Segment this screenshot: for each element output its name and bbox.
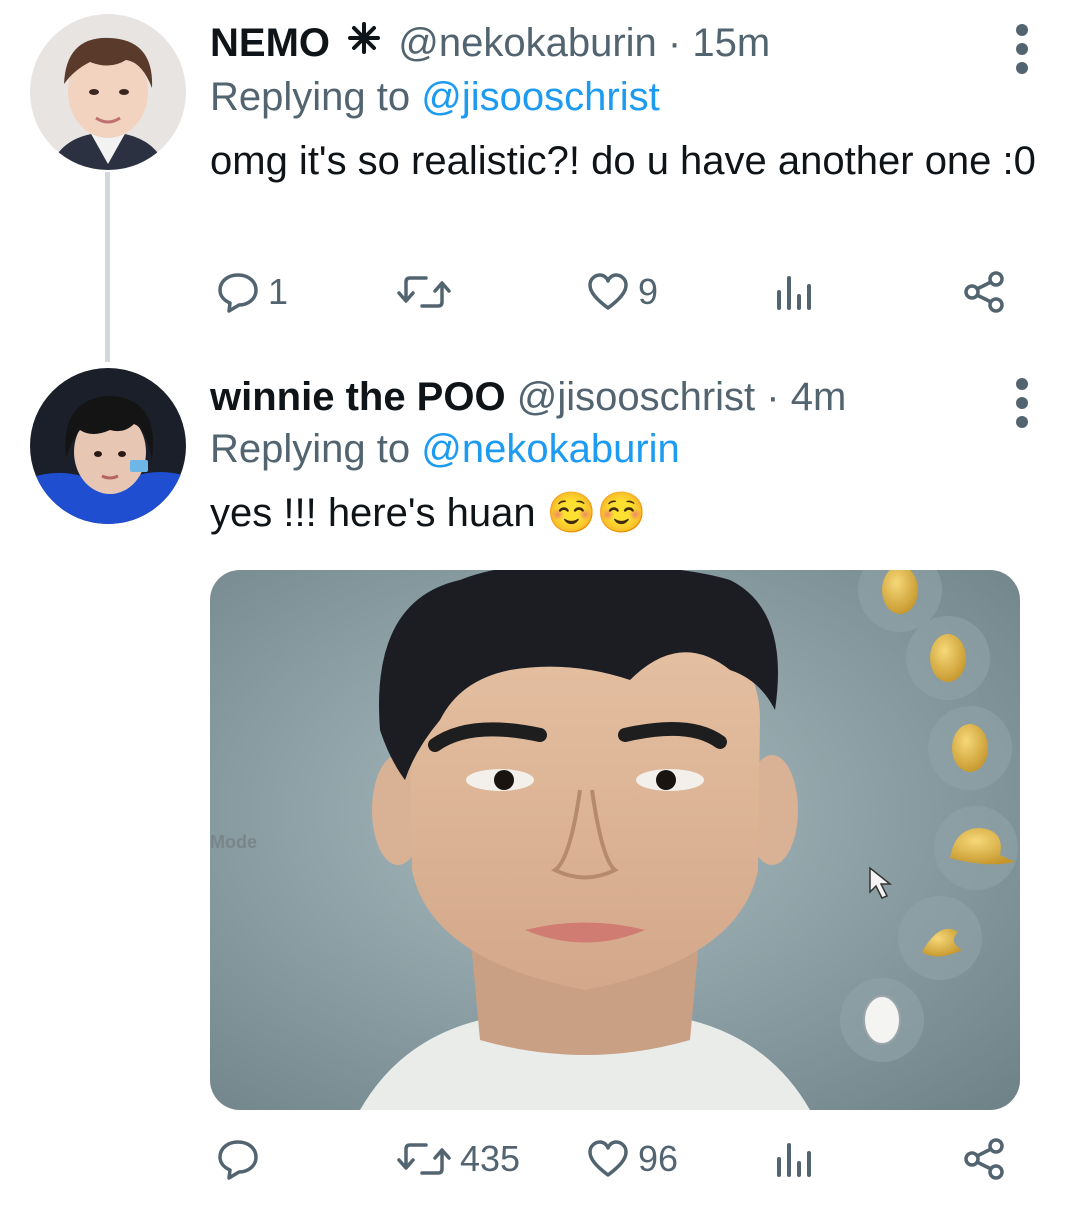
action-bar: 435 96 <box>210 1131 1010 1187</box>
more-icon[interactable] <box>1016 378 1030 435</box>
avatar[interactable] <box>30 368 186 524</box>
reply-button[interactable]: 1 <box>216 264 288 320</box>
tweet-header: NEMO @nekokaburin · 15m <box>210 18 1040 70</box>
analytics-icon <box>774 270 814 314</box>
tweet[interactable]: NEMO @nekokaburin · 15m Replying to @jis… <box>0 0 1080 362</box>
analytics-button[interactable] <box>774 264 814 320</box>
like-button[interactable]: 9 <box>586 264 658 320</box>
handle[interactable]: @jisooschrist <box>517 375 755 419</box>
timestamp[interactable]: · 15m <box>668 21 770 65</box>
thread-line <box>105 172 110 362</box>
like-button[interactable]: 96 <box>586 1131 678 1187</box>
reply-context: Replying to @jisooschrist <box>210 72 1040 122</box>
reply-count: 1 <box>268 271 289 312</box>
handle[interactable]: @nekokaburin <box>398 21 657 65</box>
share-icon <box>962 1137 1006 1181</box>
display-name[interactable]: NEMO <box>210 21 330 65</box>
reply-mention-link[interactable]: @jisooschrist <box>421 75 659 119</box>
reply-button[interactable] <box>216 1131 268 1187</box>
action-bar: 1 9 <box>210 264 1010 320</box>
share-button[interactable] <box>962 1131 1006 1187</box>
like-icon <box>586 270 630 314</box>
reply-icon <box>216 1137 260 1181</box>
retweet-icon <box>396 270 452 314</box>
analytics-button[interactable] <box>774 1131 814 1187</box>
like-icon <box>586 1137 630 1181</box>
like-count: 96 <box>638 1138 679 1179</box>
reply-prefix: Replying to <box>210 427 411 471</box>
tweet-photo[interactable]: Mode <box>210 570 1020 1110</box>
share-icon <box>962 270 1006 314</box>
tweet-header: winnie the POO @jisooschrist · 4m <box>210 372 1040 422</box>
reply-prefix: Replying to <box>210 75 411 120</box>
reply-icon <box>216 270 260 314</box>
avatar[interactable] <box>30 14 186 170</box>
retweet-count: 435 <box>460 1138 521 1179</box>
retweet-icon <box>396 1137 452 1181</box>
reply-context: Replying to @nekokaburin <box>210 424 1040 474</box>
reply-mention-link[interactable]: @nekokaburin <box>421 427 680 471</box>
share-button[interactable] <box>962 264 1006 320</box>
retweet-button[interactable]: 435 <box>396 1131 520 1187</box>
tweet[interactable]: winnie the POO @jisooschrist · 4m Replyi… <box>0 350 1080 1210</box>
media-overlay-label: Mode <box>210 832 257 852</box>
tweet-text: yes !!! here's huan ☺️☺️ <box>210 491 647 535</box>
display-name[interactable]: winnie the POO <box>210 375 506 419</box>
more-icon[interactable] <box>1016 24 1030 81</box>
timestamp[interactable]: · 4m <box>766 375 846 419</box>
like-count: 9 <box>638 271 659 312</box>
tweet-content: winnie the POO @jisooschrist · 4m Replyi… <box>210 372 1040 538</box>
tweet-text: omg it's so realistic?! do u have anothe… <box>210 139 1036 184</box>
sparkle-badge-icon <box>347 17 381 67</box>
retweet-button[interactable] <box>396 264 460 320</box>
tweet-content: NEMO @nekokaburin · 15m Replying to @jis… <box>210 18 1040 186</box>
analytics-icon <box>774 1137 814 1181</box>
